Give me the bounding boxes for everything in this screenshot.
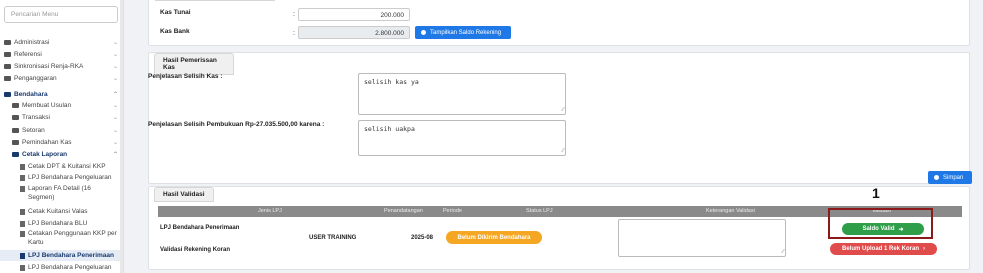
sidebar-item-pemindahan-kas[interactable]: Pemindahan Kas ⌄ bbox=[0, 137, 123, 148]
kas-tunai-label: Kas Tunai bbox=[160, 9, 191, 16]
document-icon bbox=[20, 264, 25, 271]
sidebar-item-cetak-laporan[interactable]: Cetak Laporan ⌃ bbox=[0, 149, 123, 160]
folder-icon bbox=[12, 128, 19, 133]
selisih-kas-label: Penjelasan Selisih Kas : bbox=[148, 73, 223, 80]
col-jenis-lpj: Jenis LPJ bbox=[258, 208, 282, 214]
kas-panel-tab bbox=[155, 0, 275, 1]
document-icon bbox=[20, 208, 25, 215]
sidebar-item-membuat-usulan[interactable]: Membuat Usulan ⌄ bbox=[0, 100, 123, 111]
simpan-button[interactable]: Simpan bbox=[928, 171, 972, 184]
col-status-lpj: Status LPJ bbox=[526, 208, 553, 214]
save-icon bbox=[934, 175, 939, 180]
sidebar: Pencarian Menu Administrasi ⌄ Referensi … bbox=[0, 0, 124, 273]
sidebar-item-referensi[interactable]: Referensi ⌄ bbox=[0, 49, 123, 60]
folder-icon bbox=[12, 140, 19, 145]
periode-value: 2025-08 bbox=[411, 235, 434, 241]
annotation-highlight-box bbox=[828, 208, 933, 239]
resize-handle-icon[interactable]: ⁄⁄ bbox=[562, 106, 564, 113]
document-icon bbox=[20, 174, 25, 181]
kas-bank-input: 2.800.000 bbox=[298, 26, 410, 39]
sidebar-item-laporan-fa[interactable]: Laporan FA Detail (16 Segmen) bbox=[0, 184, 123, 204]
pemeriksaan-title: Hasil Pemerissan Kas bbox=[154, 53, 234, 75]
chevron-down-icon: ⌄ bbox=[112, 128, 118, 134]
folder-icon bbox=[12, 103, 19, 108]
status-badge: Belum Dikirim Bendahara bbox=[446, 231, 542, 244]
folder-icon bbox=[12, 115, 19, 120]
kas-panel bbox=[148, 0, 970, 46]
folder-icon bbox=[12, 152, 19, 157]
sidebar-item-lpj-penerimaan[interactable]: LPJ Bendahara Penerimaan bbox=[0, 250, 123, 261]
kas-tunai-input[interactable]: 200.000 bbox=[298, 8, 410, 21]
kas-bank-colon: : bbox=[293, 30, 295, 37]
annotation-number: 1 bbox=[872, 185, 880, 201]
selisih-pembukuan-label: Penjelasan Selisih Pembukuan Rp-27.035.5… bbox=[148, 121, 325, 128]
document-icon bbox=[20, 220, 25, 227]
sidebar-item-penganggaran[interactable]: Penganggaran ⌄ bbox=[0, 73, 123, 84]
sidebar-item-setoran[interactable]: Setoran ⌄ bbox=[0, 125, 123, 136]
sidebar-item-cetak-kuitansi-valas[interactable]: Cetak Kuitansi Valas bbox=[0, 206, 123, 217]
chevron-down-icon: ⌄ bbox=[112, 64, 118, 70]
sidebar-item-lpj-blu[interactable]: LPJ Bendahara BLU bbox=[0, 218, 123, 229]
chevron-down-icon: ⌄ bbox=[112, 140, 118, 146]
tampilkan-saldo-button[interactable]: Tampilkan Saldo Rekening bbox=[415, 26, 511, 39]
selisih-kas-textarea[interactable]: selisih kas ya ⁄⁄ bbox=[358, 73, 566, 115]
chevron-down-icon: ⌄ bbox=[112, 76, 118, 82]
pemeriksaan-panel bbox=[148, 52, 970, 184]
folder-icon bbox=[4, 64, 11, 69]
kas-bank-label: Kas Bank bbox=[160, 28, 190, 35]
col-keterangan: Keterangan Validasi bbox=[706, 208, 755, 214]
chevron-up-icon: ⌃ bbox=[112, 152, 118, 158]
menu-search-input[interactable]: Pencarian Menu bbox=[4, 6, 118, 23]
kas-tunai-colon: : bbox=[293, 11, 295, 18]
folder-icon bbox=[4, 76, 11, 81]
chevron-down-icon: ⌄ bbox=[112, 103, 118, 109]
row-jenis-lpj-penerimaan: LPJ Bendahara Penerimaan bbox=[160, 225, 240, 231]
penandatangan-value: USER TRAINING bbox=[309, 235, 357, 241]
chevron-down-icon: ⌄ bbox=[112, 115, 118, 121]
sidebar-item-transaksi[interactable]: Transaksi ⌄ bbox=[0, 112, 123, 123]
plus-icon bbox=[421, 30, 426, 35]
chevron-right-icon: › bbox=[923, 246, 925, 252]
selisih-pembukuan-textarea[interactable]: selisih uakpa ⁄⁄ bbox=[358, 120, 566, 156]
chevron-down-icon: ⌄ bbox=[112, 52, 118, 58]
document-icon bbox=[20, 186, 25, 192]
col-periode: Periode bbox=[443, 208, 462, 214]
sidebar-item-bendahara[interactable]: Bendahara ⌃ bbox=[0, 89, 123, 100]
document-icon bbox=[20, 231, 25, 237]
document-icon bbox=[20, 252, 25, 259]
folder-icon bbox=[4, 40, 11, 45]
sidebar-item-cetakan-kkp[interactable]: Cetakan Penggunaan KKP per Kartu bbox=[0, 229, 123, 249]
sidebar-scrollbar[interactable] bbox=[120, 0, 123, 273]
document-icon bbox=[20, 163, 25, 170]
chevron-down-icon: ⌄ bbox=[112, 40, 118, 46]
validasi-title: Hasil Validasi bbox=[154, 187, 214, 202]
upload-rek-koran-button[interactable]: Belum Upload 1 Rek Koran › bbox=[830, 243, 937, 255]
col-penandatangan: Penandatangan bbox=[384, 208, 423, 214]
row-jenis-validasi-rekening: Validasi Rekening Koran bbox=[160, 247, 231, 253]
resize-handle-icon[interactable]: ⁄⁄ bbox=[562, 147, 564, 154]
main-content: Kas Tunai : 200.000 Kas Bank : 2.800.000… bbox=[128, 0, 979, 273]
chevron-up-icon: ⌃ bbox=[112, 92, 118, 98]
folder-icon bbox=[4, 92, 11, 97]
sidebar-item-lpj-pengeluaran[interactable]: LPJ Bendahara Pengeluaran bbox=[0, 172, 123, 183]
sidebar-item-sinkronisasi[interactable]: Sinkronisasi Renja-RKA ⌄ bbox=[0, 61, 123, 72]
keterangan-validasi-textarea[interactable]: ⁄⁄ bbox=[618, 219, 786, 257]
sidebar-item-administrasi[interactable]: Administrasi ⌄ bbox=[0, 37, 123, 48]
folder-icon bbox=[4, 52, 11, 57]
resize-handle-icon[interactable]: ⁄⁄ bbox=[782, 248, 784, 255]
sidebar-item-cetak-dpt[interactable]: Cetak DPT & Kuitansi KKP bbox=[0, 161, 123, 172]
sidebar-item-lpj-pengeluaran-2[interactable]: LPJ Bendahara Pengeluaran bbox=[0, 262, 123, 273]
